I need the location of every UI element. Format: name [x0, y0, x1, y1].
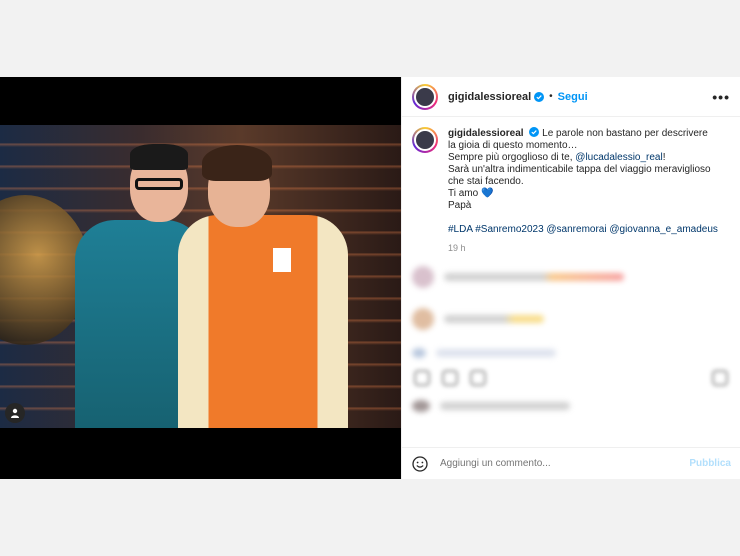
caption-line4: Ti amo 💙: [448, 188, 494, 199]
caption-text: gigidalessioreal Le parole non bastano p…: [448, 127, 718, 254]
caption: gigidalessioreal Le parole non bastano p…: [402, 117, 740, 254]
follow-button[interactable]: Segui: [558, 91, 588, 103]
list-item: [412, 348, 730, 358]
comment-bar: Pubblica: [402, 447, 740, 479]
more-options-button[interactable]: •••: [712, 89, 730, 105]
boy-figure: [178, 145, 348, 428]
caption-avatar[interactable]: [412, 127, 438, 153]
emoji-icon[interactable]: [412, 455, 428, 472]
caption-line5: Papà: [448, 200, 472, 211]
header-username[interactable]: gigidalessioreal: [448, 91, 531, 103]
list-item: [412, 308, 730, 330]
user-tag-icon[interactable]: [5, 403, 25, 423]
like-icon[interactable]: [414, 370, 430, 386]
comment-input[interactable]: [440, 458, 690, 469]
caption-username[interactable]: gigidalessioreal: [448, 128, 524, 139]
post-actions: [402, 358, 740, 386]
comments-list: [402, 266, 740, 358]
hashtags[interactable]: #LDA #Sanremo2023 @sanremorai @giovanna_…: [448, 224, 718, 235]
post-photo: [0, 125, 401, 428]
post-media[interactable]: [0, 77, 401, 479]
separator-dot: •: [549, 91, 553, 102]
post-time[interactable]: 19 h: [448, 242, 718, 254]
list-item: [412, 266, 730, 288]
post-header: gigidalessioreal • Segui •••: [402, 77, 740, 117]
publish-button[interactable]: Pubblica: [689, 458, 731, 469]
verified-badge-icon: [529, 127, 540, 137]
post-modal: gigidalessioreal • Segui ••• gigidalessi…: [0, 77, 740, 479]
verified-badge-icon: [534, 91, 545, 102]
likes-summary: [402, 400, 740, 412]
caption-line3: Sarà un'altra indimenticabile tappa del …: [448, 164, 711, 187]
comment-icon[interactable]: [442, 370, 458, 386]
avatar[interactable]: [412, 83, 438, 110]
caption-line2-suffix: !: [662, 152, 666, 163]
share-icon[interactable]: [470, 370, 486, 386]
mention-link[interactable]: @lucadalessio_real: [575, 152, 662, 163]
bookmark-icon[interactable]: [712, 370, 728, 386]
post-sidebar: gigidalessioreal • Segui ••• gigidalessi…: [401, 77, 740, 479]
caption-line2-prefix: Sempre più orgoglioso di te,: [448, 152, 576, 163]
